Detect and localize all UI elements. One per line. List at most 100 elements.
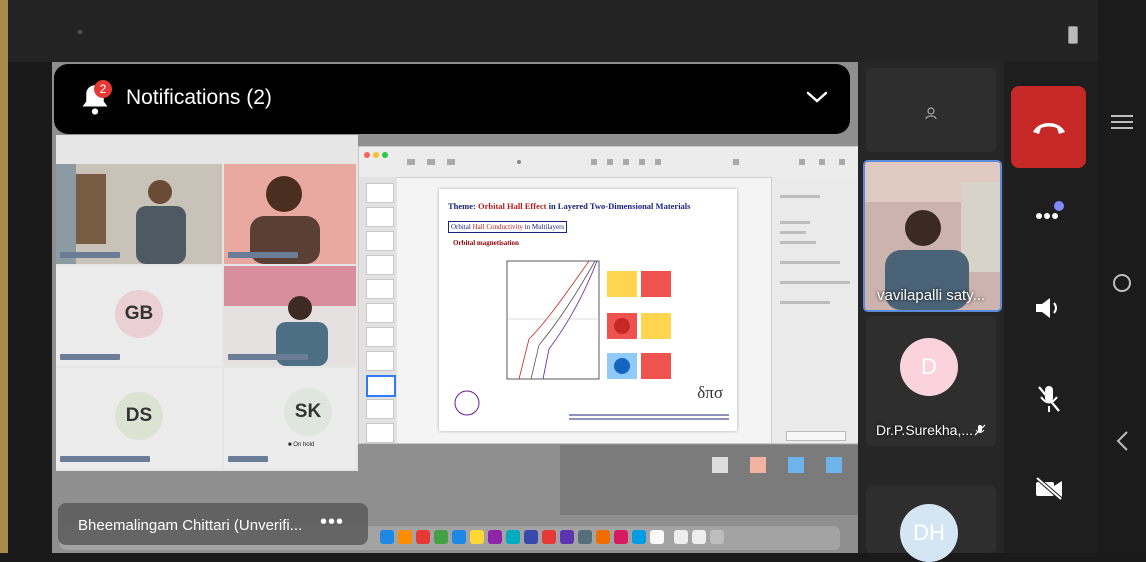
more-dots-icon[interactable]: ••• bbox=[320, 511, 344, 534]
app-icon[interactable] bbox=[380, 530, 394, 544]
home-icon[interactable] bbox=[1111, 272, 1133, 294]
gallery-tile-sk: SK ■ On hold bbox=[224, 368, 356, 468]
system-navigation bbox=[1098, 0, 1146, 553]
avatar-dh: DH bbox=[900, 504, 958, 562]
speaker-button[interactable] bbox=[1034, 296, 1062, 325]
app-icon[interactable] bbox=[398, 530, 412, 544]
chevron-down-icon[interactable] bbox=[806, 84, 828, 110]
app-icon[interactable] bbox=[692, 530, 706, 544]
folder-icon[interactable] bbox=[788, 457, 804, 473]
more-horizontal-icon bbox=[1036, 201, 1064, 219]
end-call-icon bbox=[1033, 123, 1065, 134]
inspector-row bbox=[780, 195, 820, 198]
format-inspector[interactable] bbox=[771, 177, 858, 443]
app-icon[interactable] bbox=[488, 530, 502, 544]
app-icon[interactable] bbox=[524, 530, 538, 544]
app-icon[interactable] bbox=[650, 530, 664, 544]
leave-call-button[interactable] bbox=[1011, 86, 1086, 168]
on-hold-label: ■ On hold bbox=[288, 442, 315, 448]
app-icon[interactable] bbox=[452, 530, 466, 544]
gallery-tile-ds: DS bbox=[56, 368, 222, 468]
participant-video bbox=[224, 164, 356, 264]
slide-logo: δπσ bbox=[697, 383, 723, 402]
tile-name-strip bbox=[228, 354, 308, 360]
avatar-sk: SK bbox=[284, 388, 332, 436]
app-icon[interactable] bbox=[674, 530, 688, 544]
tile-name-strip bbox=[228, 252, 298, 258]
avatar-initials: D bbox=[921, 354, 937, 379]
slide-thumbnails[interactable] bbox=[359, 177, 397, 443]
file-icon[interactable] bbox=[712, 457, 728, 473]
app-icon[interactable] bbox=[416, 530, 430, 544]
trash-icon[interactable] bbox=[710, 530, 724, 544]
shared-gallery: GB DS SK ■ On hold bbox=[56, 135, 358, 471]
slide-thumb[interactable] bbox=[366, 351, 394, 371]
participant-video bbox=[224, 266, 356, 366]
avatar-initials: GB bbox=[124, 303, 154, 324]
inspector-row bbox=[780, 241, 816, 244]
status-dot bbox=[78, 30, 82, 34]
inspector-row bbox=[780, 231, 806, 234]
slide-thumb[interactable] bbox=[366, 327, 394, 347]
participant-tile-dh[interactable]: DH bbox=[866, 486, 996, 562]
mic-toggle-button[interactable] bbox=[1036, 384, 1062, 419]
app-icon[interactable] bbox=[596, 530, 610, 544]
pinned-participant-tile[interactable]: vavilapalli saty... bbox=[863, 160, 1002, 312]
folder-icon[interactable] bbox=[826, 457, 842, 473]
slide-thumb[interactable] bbox=[366, 303, 394, 323]
slide-thumb[interactable] bbox=[366, 279, 394, 299]
app-icon[interactable] bbox=[470, 530, 484, 544]
tile-name-strip bbox=[228, 456, 268, 462]
desktop-area bbox=[560, 445, 858, 515]
app-icon[interactable] bbox=[632, 530, 646, 544]
app-icon[interactable] bbox=[560, 530, 574, 544]
presentation-window[interactable]: Theme: Orbital Hall Effect in Layered Tw… bbox=[358, 146, 858, 444]
slide-thumb[interactable] bbox=[366, 183, 394, 203]
edit-slide-layout-button[interactable] bbox=[786, 431, 846, 441]
app-icon[interactable] bbox=[506, 530, 520, 544]
file-icon[interactable] bbox=[750, 457, 766, 473]
camera-off-icon bbox=[1035, 476, 1063, 501]
menu-icon[interactable] bbox=[1111, 114, 1133, 130]
app-icon[interactable] bbox=[578, 530, 592, 544]
back-icon[interactable] bbox=[1115, 430, 1129, 452]
slide-thumb[interactable] bbox=[366, 423, 394, 443]
app-icon[interactable] bbox=[542, 530, 556, 544]
self-view-tile[interactable] bbox=[866, 68, 996, 152]
speaker-icon bbox=[1036, 298, 1057, 318]
slide-thumb[interactable] bbox=[366, 399, 394, 419]
battery-icon bbox=[1068, 26, 1078, 44]
participant-tile-d[interactable]: D Dr.P.Surekha,... bbox=[866, 316, 996, 446]
toolbar-icons bbox=[407, 159, 845, 165]
tile-name-strip bbox=[60, 354, 120, 360]
status-bar bbox=[8, 0, 1098, 62]
participant-name: Dr.P.Surekha,... bbox=[876, 422, 974, 438]
gallery-tile-video-2 bbox=[224, 164, 356, 264]
slide-thumb[interactable] bbox=[366, 255, 394, 275]
gallery-tile-gb: GB bbox=[56, 266, 222, 366]
slide-figure bbox=[454, 260, 729, 420]
participant-video bbox=[56, 164, 222, 264]
presentation-toolbar bbox=[359, 147, 858, 178]
slide-thumb[interactable] bbox=[366, 231, 394, 251]
camera-toggle-button[interactable] bbox=[1034, 476, 1064, 505]
avatar-d: D bbox=[900, 338, 958, 396]
avatar-initials: SK bbox=[294, 401, 322, 422]
notification-banner[interactable]: 2 Notifications (2) bbox=[54, 64, 850, 134]
slide-thumb[interactable] bbox=[366, 207, 394, 227]
inspector-row bbox=[780, 301, 830, 304]
more-options-button[interactable] bbox=[1033, 200, 1065, 229]
avatar-ds: DS bbox=[115, 392, 163, 440]
notification-title: Notifications (2) bbox=[126, 86, 272, 109]
slide-thumb-selected[interactable] bbox=[366, 375, 396, 397]
inspector-row bbox=[780, 261, 840, 264]
tile-name-strip bbox=[60, 252, 120, 258]
app-icon[interactable] bbox=[614, 530, 628, 544]
participant-name: vavilapalli saty... bbox=[877, 287, 986, 304]
on-hold-text: On hold bbox=[293, 442, 315, 448]
app-icon[interactable] bbox=[434, 530, 448, 544]
active-speaker-label: Bheemalingam Chittari (Unverifi... ••• bbox=[58, 503, 368, 545]
notification-badge: 2 bbox=[94, 80, 112, 98]
avatar-gb: GB bbox=[115, 290, 163, 338]
tile-name-strip bbox=[60, 456, 150, 462]
